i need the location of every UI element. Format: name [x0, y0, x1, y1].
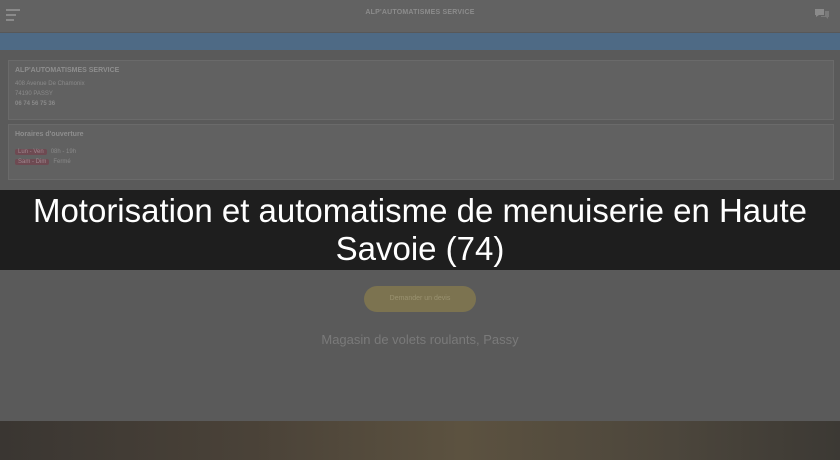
hours-days: Lun - Ven	[15, 149, 47, 155]
hero-photo	[0, 421, 840, 460]
shop-title: Magasin de volets roulants, Passy	[321, 332, 519, 347]
hours-card: Horaires d'ouverture Lun - Ven 08h - 19h …	[8, 124, 834, 180]
hours-row: Lun - Ven 08h - 19h	[15, 149, 76, 155]
company-name: ALP'AUTOMATISMES SERVICE	[15, 67, 120, 74]
hours-row: Sam - Dim Fermé	[15, 159, 71, 165]
info-banner	[0, 33, 840, 50]
chat-bubbles-icon[interactable]	[814, 7, 830, 21]
address-line-2: 74190 PASSY	[15, 91, 53, 97]
address-line-1: 408 Avenue De Chamonix	[15, 81, 85, 87]
contact-card: ALP'AUTOMATISMES SERVICE 408 Avenue De C…	[8, 60, 834, 120]
site-title: ALP'AUTOMATISMES SERVICE	[365, 9, 475, 16]
hours-days: Sam - Dim	[15, 159, 50, 165]
hours-value: Fermé	[53, 159, 71, 165]
phone-number[interactable]: 06 74 56 75 36	[15, 101, 55, 107]
hours-title: Horaires d'ouverture	[15, 131, 84, 138]
request-quote-button[interactable]: Demander un devis	[364, 286, 476, 312]
caption-text: Motorisation et automatisme de menuiseri…	[32, 192, 808, 267]
hours-value: 08h - 19h	[50, 149, 77, 155]
top-bar: ALP'AUTOMATISMES SERVICE	[0, 0, 840, 33]
